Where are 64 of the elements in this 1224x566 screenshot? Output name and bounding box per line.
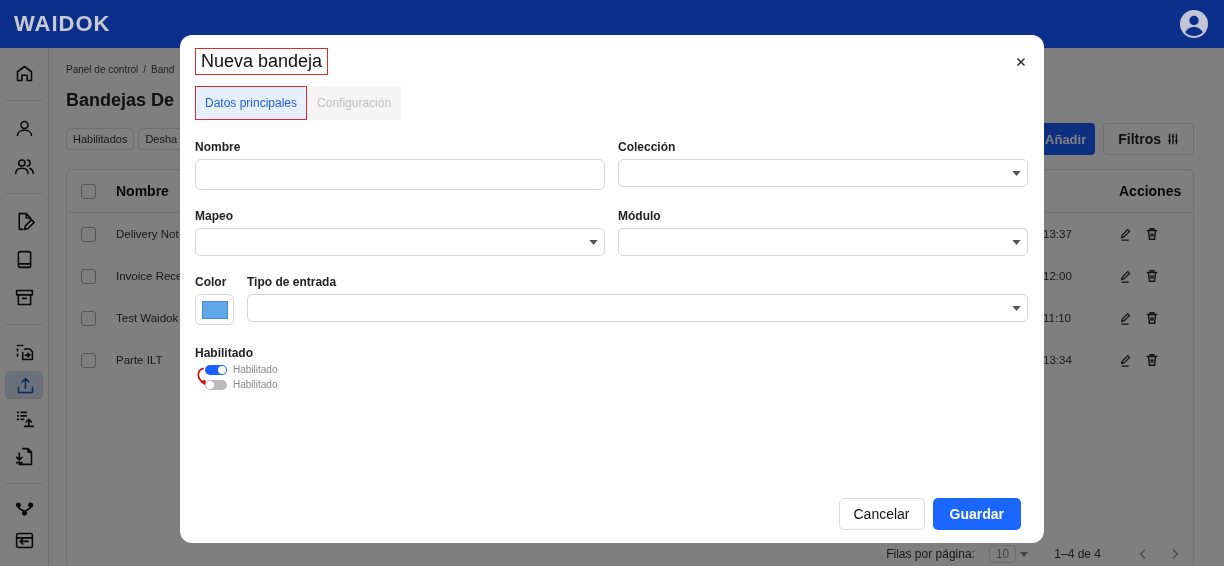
edit-icon[interactable] bbox=[1119, 353, 1133, 367]
delete-icon[interactable] bbox=[1145, 353, 1159, 367]
edit-icon[interactable] bbox=[1119, 269, 1133, 283]
sidebar-item[interactable] bbox=[5, 371, 43, 399]
delete-icon[interactable] bbox=[1145, 269, 1159, 283]
select-field[interactable] bbox=[618, 159, 1028, 187]
field-label: Color bbox=[195, 275, 228, 289]
checkbox[interactable] bbox=[81, 268, 96, 284]
table-cell-text: 11:10 bbox=[1043, 312, 1072, 324]
toggle-switch[interactable] bbox=[205, 379, 227, 390]
field-label: Nombre bbox=[195, 140, 242, 154]
dialog-title: Nueva bandeja bbox=[195, 48, 329, 75]
select-field[interactable] bbox=[618, 228, 1028, 256]
logo: WAIDOK bbox=[14, 11, 111, 37]
color-picker[interactable] bbox=[195, 294, 234, 325]
breadcrumb-link[interactable]: Band bbox=[151, 64, 175, 75]
field-label: Habilitado bbox=[195, 346, 254, 360]
checkbox[interactable] bbox=[81, 310, 96, 326]
caret-icon[interactable] bbox=[1020, 551, 1029, 557]
color-swatch bbox=[201, 300, 228, 319]
toggle-switch[interactable] bbox=[205, 364, 227, 375]
breadcrumb-separator: / bbox=[143, 64, 147, 75]
field-label: Módulo bbox=[618, 209, 662, 223]
filters-button[interactable]: Filtros bbox=[1103, 123, 1194, 155]
column-header: Nombre bbox=[116, 183, 169, 199]
select-field[interactable] bbox=[247, 294, 1028, 322]
close-icon[interactable] bbox=[1016, 56, 1026, 67]
checkbox[interactable] bbox=[81, 352, 96, 368]
breadcrumb-link[interactable]: Panel de control bbox=[66, 64, 139, 75]
edit-icon[interactable] bbox=[1119, 227, 1133, 241]
caret-icon bbox=[589, 239, 598, 245]
table-cell: Parte ILT bbox=[116, 354, 163, 366]
switch-label: Habilitado bbox=[233, 379, 278, 390]
column-header: Acciones bbox=[1119, 183, 1179, 199]
page-title: Bandejas De bbox=[66, 90, 175, 111]
save-button[interactable]: Guardar bbox=[932, 498, 1021, 530]
field-label: Mapeo bbox=[195, 209, 234, 223]
select-field[interactable] bbox=[195, 228, 605, 256]
table-cell: Test Waidok bbox=[116, 312, 179, 324]
table-cell: Delivery Not bbox=[116, 228, 179, 240]
filter-chip[interactable]: Habilitados bbox=[66, 128, 135, 150]
table-cell-text: 12:00 bbox=[1043, 270, 1073, 282]
cancel-button[interactable]: Cancelar bbox=[838, 498, 925, 530]
caret-icon bbox=[1012, 170, 1021, 176]
checkbox[interactable] bbox=[81, 183, 96, 199]
rows-per-page-select[interactable]: 10 bbox=[988, 545, 1017, 563]
sliders-icon bbox=[1167, 133, 1179, 145]
table-cell-text: 13:34 bbox=[1043, 354, 1073, 366]
checkbox[interactable] bbox=[81, 226, 96, 242]
tab[interactable]: Datos principales bbox=[195, 86, 308, 120]
caret-icon bbox=[1012, 239, 1021, 245]
input-field[interactable] bbox=[195, 159, 605, 190]
user-avatar-icon[interactable] bbox=[1180, 10, 1208, 38]
delete-icon[interactable] bbox=[1145, 311, 1159, 325]
switch-label: Habilitado bbox=[233, 364, 278, 375]
field-label: Colección bbox=[618, 140, 677, 154]
field-label: Tipo de entrada bbox=[247, 275, 338, 289]
table-cell-text: 13:37 bbox=[1043, 228, 1073, 240]
page-range: 1–4 de 4 bbox=[1054, 547, 1101, 561]
delete-icon[interactable] bbox=[1145, 227, 1159, 241]
download-icon bbox=[13, 445, 35, 467]
rows-per-page-label: Filas por página: bbox=[886, 547, 975, 561]
caret-icon bbox=[1012, 305, 1021, 311]
edit-icon[interactable] bbox=[1119, 311, 1133, 325]
